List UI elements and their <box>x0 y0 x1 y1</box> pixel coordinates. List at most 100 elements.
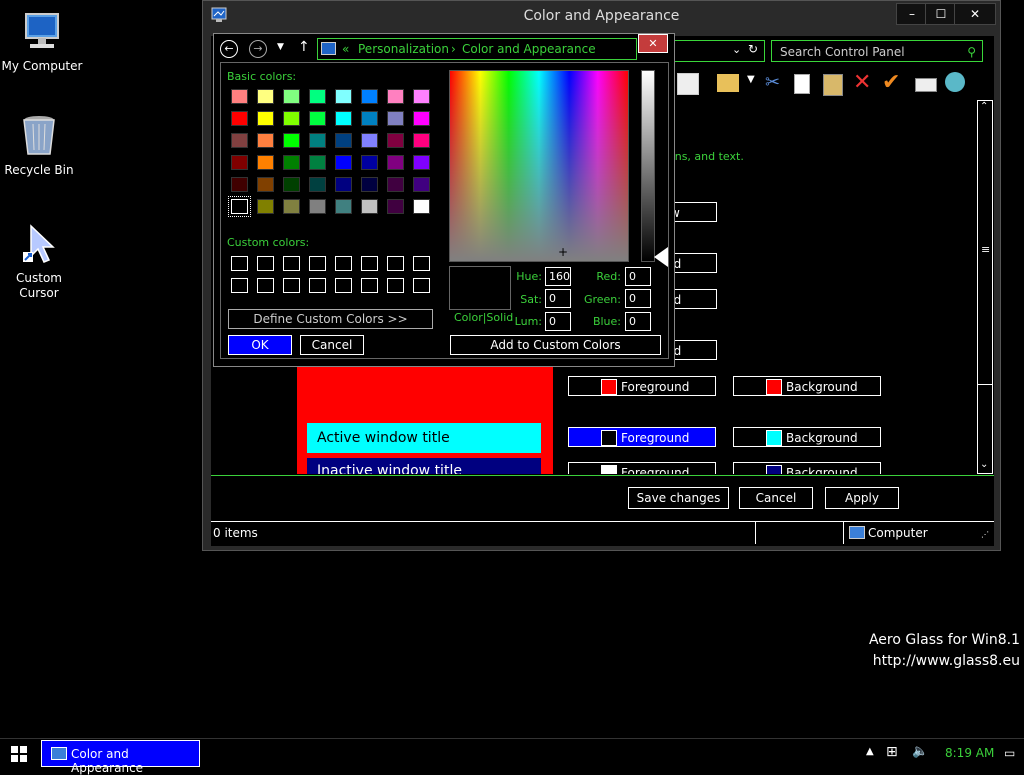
luminance-slider[interactable] <box>641 70 655 262</box>
basic-color-swatch[interactable] <box>309 89 326 104</box>
window-titlebar[interactable]: Color and Appearance – ☐ ✕ <box>203 1 1000 31</box>
basic-color-swatch[interactable] <box>257 89 274 104</box>
basic-color-swatch[interactable] <box>309 199 326 214</box>
maximize-button[interactable]: ☐ <box>925 3 957 25</box>
color-spectrum[interactable]: + <box>449 70 629 262</box>
custom-color-swatch[interactable] <box>413 278 430 293</box>
custom-color-swatch[interactable] <box>309 278 326 293</box>
folder-icon[interactable] <box>717 74 739 92</box>
basic-color-swatch[interactable] <box>309 155 326 170</box>
basic-color-swatch[interactable] <box>309 133 326 148</box>
nav-forward-icon[interactable]: → <box>249 40 267 58</box>
basic-color-swatch[interactable] <box>283 177 300 192</box>
sat-field[interactable]: 0 <box>545 289 571 308</box>
fg-button-row-2[interactable]: Foreground <box>568 427 716 447</box>
save-changes-button[interactable]: Save changes <box>628 487 729 509</box>
custom-color-swatch[interactable] <box>361 256 378 271</box>
basic-color-swatch[interactable] <box>413 199 430 214</box>
basic-color-swatch[interactable] <box>413 133 430 148</box>
basic-color-swatch[interactable] <box>335 89 352 104</box>
breadcrumb[interactable]: « Personalization › Color and Appearance <box>317 38 637 60</box>
basic-color-swatch[interactable] <box>335 111 352 126</box>
desktop-icon-my-computer[interactable]: My Computer <box>0 10 84 74</box>
pane-icon[interactable] <box>677 73 699 95</box>
basic-color-swatch[interactable] <box>361 133 378 148</box>
basic-color-swatch[interactable] <box>413 89 430 104</box>
custom-color-swatch[interactable] <box>387 278 404 293</box>
preview-inactive-title[interactable]: Inactive window title <box>307 458 541 474</box>
minimize-button[interactable]: – <box>896 3 928 25</box>
custom-color-swatch[interactable] <box>335 256 352 271</box>
basic-color-swatch[interactable] <box>413 111 430 126</box>
breadcrumb-item-color[interactable]: Color and Appearance <box>462 39 596 59</box>
custom-color-swatch[interactable] <box>283 278 300 293</box>
blue-field[interactable]: 0 <box>625 312 651 331</box>
basic-color-swatch[interactable] <box>257 177 274 192</box>
custom-color-swatch[interactable] <box>361 278 378 293</box>
check-icon[interactable]: ✔ <box>882 70 900 95</box>
clock[interactable]: 8:19 AM <box>945 746 994 760</box>
basic-color-swatch[interactable] <box>387 199 404 214</box>
red-field[interactable]: 0 <box>625 267 651 286</box>
search-input[interactable]: Search Control Panel ⚲ <box>771 40 983 62</box>
preview-active-title[interactable]: Active window title <box>307 423 541 453</box>
tray-expand-icon[interactable]: ▲ <box>866 746 874 757</box>
close-button[interactable]: ✕ <box>954 3 996 25</box>
paste-icon[interactable] <box>823 74 843 96</box>
desktop-icon-custom-cursor[interactable]: Custom Cursor <box>0 222 81 301</box>
bg-button-row-2[interactable]: Background <box>733 427 881 447</box>
basic-color-swatch[interactable] <box>387 155 404 170</box>
fg-button-row-3[interactable]: Foreground <box>568 462 716 474</box>
basic-color-swatch[interactable] <box>309 111 326 126</box>
custom-color-swatch[interactable] <box>387 256 404 271</box>
address-dropdown-icon[interactable]: ⌄ <box>732 43 741 56</box>
custom-color-swatch[interactable] <box>257 256 274 271</box>
breadcrumb-item-personalization[interactable]: Personalization <box>358 39 449 59</box>
nav-back-icon[interactable]: ← <box>220 40 238 58</box>
ok-button[interactable]: OK <box>228 335 292 355</box>
basic-color-swatch[interactable] <box>257 199 274 214</box>
basic-color-swatch[interactable] <box>283 199 300 214</box>
dialog-close-button[interactable]: ✕ <box>638 34 668 53</box>
basic-color-swatch[interactable] <box>387 133 404 148</box>
basic-color-swatch[interactable] <box>387 89 404 104</box>
fg-button-row-1[interactable]: Foreground <box>568 376 716 396</box>
basic-color-swatch[interactable] <box>257 133 274 148</box>
delete-icon[interactable]: ✕ <box>853 70 871 95</box>
basic-color-swatch[interactable] <box>228 196 251 217</box>
basic-color-swatch[interactable] <box>335 155 352 170</box>
basic-color-swatch[interactable] <box>413 177 430 192</box>
taskbar-app-button[interactable]: Color and Appearance <box>41 740 200 775</box>
desktop-icon-recycle-bin[interactable]: Recycle Bin <box>0 112 81 178</box>
globe-icon[interactable] <box>945 72 965 92</box>
custom-color-swatch[interactable] <box>283 256 300 271</box>
basic-color-swatch[interactable] <box>413 155 430 170</box>
custom-color-swatch[interactable] <box>413 256 430 271</box>
luminance-arrow-icon[interactable] <box>654 247 668 267</box>
basic-color-swatch[interactable] <box>361 111 378 126</box>
custom-color-swatch[interactable] <box>309 256 326 271</box>
basic-color-swatch[interactable] <box>283 133 300 148</box>
custom-color-swatch[interactable] <box>231 278 248 293</box>
basic-color-swatch[interactable] <box>361 177 378 192</box>
dropdown-icon[interactable]: ▼ <box>747 74 755 85</box>
scroll-down-icon[interactable]: ⌄ <box>980 459 988 470</box>
basic-color-swatch[interactable] <box>283 111 300 126</box>
basic-color-swatch[interactable] <box>257 111 274 126</box>
network-icon[interactable]: ⊞ <box>886 744 898 760</box>
define-custom-colors-button[interactable]: Define Custom Colors >> <box>228 309 433 329</box>
nav-up-icon[interactable]: ↑ <box>298 39 310 55</box>
basic-color-swatch[interactable] <box>361 155 378 170</box>
basic-color-swatch[interactable] <box>231 155 248 170</box>
basic-color-swatch[interactable] <box>335 177 352 192</box>
bg-button-row-1[interactable]: Background <box>733 376 881 396</box>
add-to-custom-colors-button[interactable]: Add to Custom Colors <box>450 335 661 355</box>
dialog-cancel-button[interactable]: Cancel <box>300 335 364 355</box>
basic-color-swatch[interactable] <box>283 89 300 104</box>
basic-color-swatch[interactable] <box>231 177 248 192</box>
basic-color-swatch[interactable] <box>309 177 326 192</box>
cut-icon[interactable]: ✂ <box>765 72 780 93</box>
refresh-icon[interactable]: ↻ <box>748 42 758 56</box>
bg-button-row-3[interactable]: Background <box>733 462 881 474</box>
apply-button[interactable]: Apply <box>825 487 899 509</box>
